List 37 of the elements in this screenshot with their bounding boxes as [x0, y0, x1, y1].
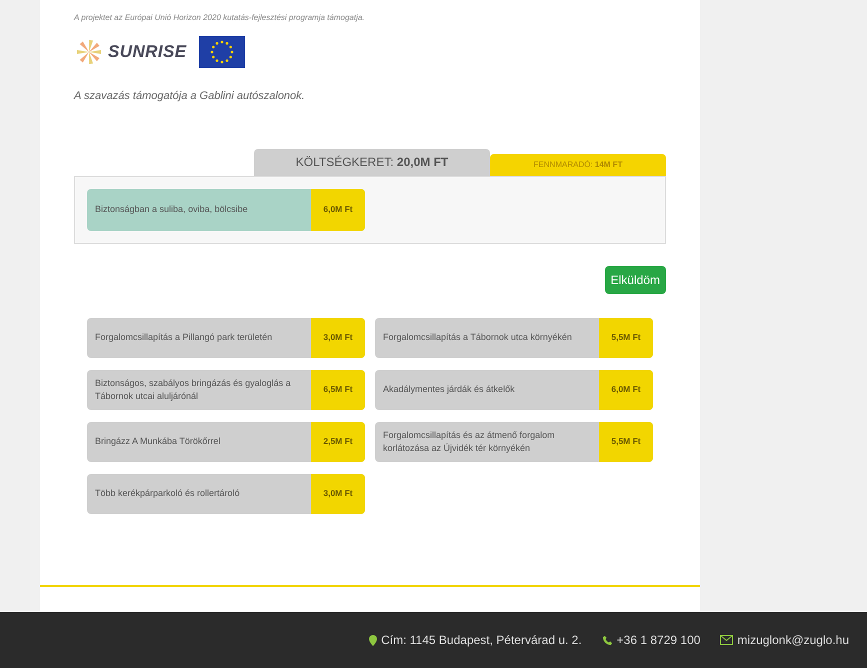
sun-logo-icon	[74, 37, 104, 67]
address-text: Cím: 1145 Budapest, Pétervárad u. 2.	[381, 632, 582, 649]
project-label: Több kerékpárparkoló és rollertároló	[94, 487, 241, 500]
eu-flag-icon	[198, 36, 245, 68]
project-price: 5,5M Ft	[599, 318, 653, 358]
project-card[interactable]: Bringázz A Munkába Törökőrrel 2,5M Ft	[87, 422, 365, 462]
project-label: Akadálymentes járdák és átkelők	[382, 383, 516, 396]
project-card[interactable]: Forgalomcsillapítás a Tábornok utca környékén 5,5M Ft	[375, 318, 653, 358]
funding-notice: A projektet az Európai Unió Horizon 2020 kutatás-fejlesztési programja támogatja.	[74, 12, 366, 24]
project-label: Biztonságos, szabályos bringázás és gyaloglás a Tábornok utcai aluljárónál	[94, 376, 292, 403]
sponsor-text: A szavazás támogatója a Gablini autószalonok.	[74, 89, 306, 104]
envelope-icon	[720, 635, 734, 645]
project-label: Forgalomcsillapítás és az átmenő forgalom korlátozása az Újvidék tér környékén	[382, 428, 556, 455]
project-card[interactable]: Biztonságban a suliba, oviba, bölcsibe 6,0M Ft	[87, 188, 365, 230]
phone-text: +36 1 8729 100	[616, 632, 700, 649]
project-label: Forgalomcsillapítás a Tábornok utca környékén	[382, 331, 573, 344]
project-price: 5,5M Ft	[599, 422, 653, 462]
project-card[interactable]: Forgalomcsillapítás a Pillangó park területén 3,0M Ft	[87, 318, 365, 358]
project-price: 6,0M Ft	[599, 370, 653, 410]
project-card[interactable]: Több kerékpárparkoló és rollertároló 3,0M Ft	[87, 474, 365, 514]
project-price: 6,0M Ft	[311, 188, 365, 230]
logo-text: SUNRISE	[108, 41, 187, 64]
project-price: 2,5M Ft	[311, 422, 365, 462]
submit-button[interactable]: Elküldöm	[604, 266, 666, 294]
email-link[interactable]: mizuglonk@zuglo.hu	[737, 631, 849, 649]
project-card[interactable]: Forgalomcsillapítás és az átmenő forgalom korlátozása az Újvidék tér környékén 5,5M Ft	[375, 422, 653, 462]
project-label: Forgalomcsillapítás a Pillangó park területén	[94, 331, 274, 344]
phone-icon	[602, 634, 613, 646]
project-price: 3,0M Ft	[311, 318, 365, 358]
project-card[interactable]: Akadálymentes járdák és átkelők 6,0M Ft	[375, 370, 653, 410]
project-price: 3,0M Ft	[311, 474, 365, 514]
project-label: Biztonságban a suliba, oviba, bölcsibe	[94, 203, 249, 216]
map-pin-icon	[369, 634, 378, 646]
project-label: Bringázz A Munkába Törökőrrel	[94, 435, 222, 448]
project-price: 6,5M Ft	[311, 370, 365, 410]
project-card[interactable]: Biztonságos, szabályos bringázás és gyaloglás a Tábornok utcai aluljárónál 6,5M Ft	[87, 370, 365, 410]
budget-tab[interactable]: KÖLTSÉGKERET: 20,0M FT	[254, 148, 490, 176]
